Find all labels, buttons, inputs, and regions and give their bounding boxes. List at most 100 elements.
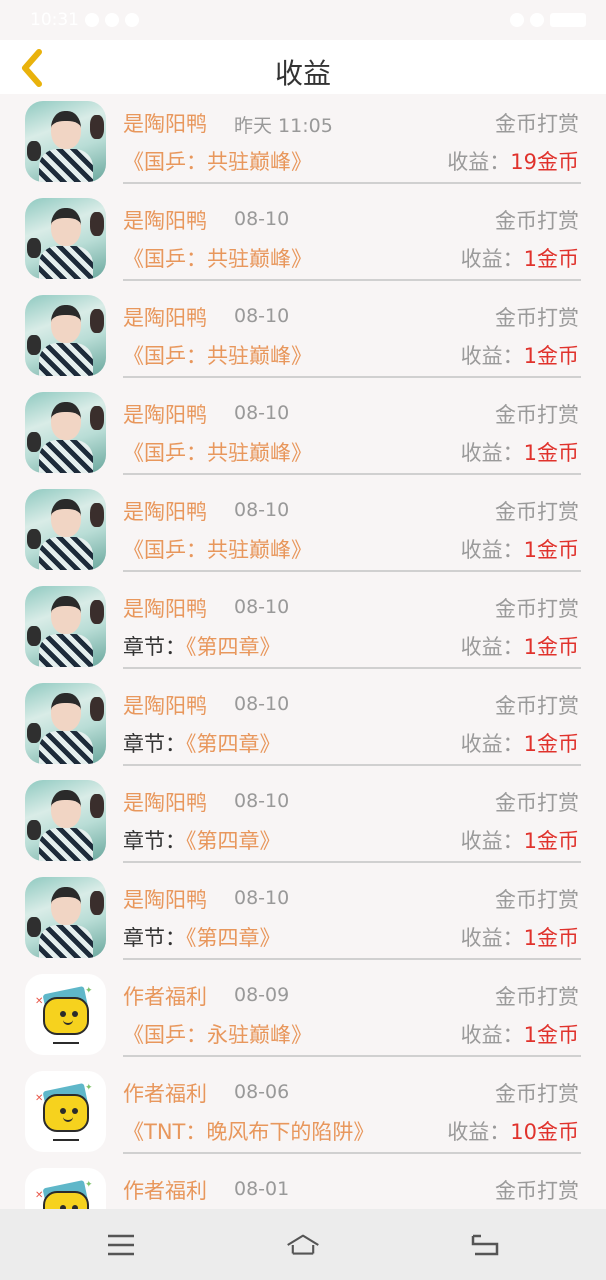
avatar[interactable] [25, 295, 106, 376]
earning-row[interactable]: ✕ ✦ 作者福利 08-09 金币打赏 《国乒：永驻巅峰》 收益：1金币 [0, 967, 606, 1064]
avatar[interactable] [25, 683, 106, 764]
divider [123, 861, 581, 863]
earnings-amount: 1金币 [523, 344, 579, 368]
avatar[interactable] [25, 877, 106, 958]
earning-row[interactable]: 是陶阳鸭 08-10 金币打赏 《国乒：共驻巅峰》 收益：1金币 [0, 191, 606, 288]
timestamp: 08-06 [234, 1081, 290, 1103]
subject-prefix: 章节： [123, 635, 186, 659]
work-title-text: 《国乒：共驻巅峰》 [123, 538, 312, 562]
timestamp: 08-10 [234, 499, 290, 521]
back-button[interactable] [12, 48, 52, 88]
menu-icon [108, 1234, 134, 1255]
earnings-amount: 1金币 [523, 441, 579, 465]
sender-name[interactable]: 是陶阳鸭 [123, 884, 207, 914]
sender-name[interactable]: 是陶阳鸭 [123, 496, 207, 526]
work-title[interactable]: 《国乒：共驻巅峰》 [123, 146, 312, 176]
avatar[interactable] [25, 586, 106, 667]
work-title[interactable]: 《国乒：共驻巅峰》 [123, 534, 312, 564]
timestamp: 08-10 [234, 208, 290, 230]
earning-row[interactable]: 是陶阳鸭 08-10 金币打赏 《国乒：共驻巅峰》 收益：1金币 [0, 288, 606, 385]
sender-name[interactable]: 作者福利 [123, 1175, 207, 1205]
work-title[interactable]: 《国乒：共驻巅峰》 [123, 243, 312, 273]
earning-row[interactable]: 是陶阳鸭 08-10 金币打赏 《国乒：共驻巅峰》 收益：1金币 [0, 385, 606, 482]
earnings-amount: 19金币 [510, 150, 579, 174]
work-title-text: 《国乒：共驻巅峰》 [123, 441, 312, 465]
subject-prefix: 章节： [123, 732, 186, 756]
earnings: 收益：1金币 [461, 825, 579, 855]
sender-name[interactable]: 是陶阳鸭 [123, 690, 207, 720]
sender-name[interactable]: 作者福利 [123, 981, 207, 1011]
mail-icon [125, 13, 139, 27]
return-button[interactable] [468, 1228, 502, 1262]
avatar[interactable] [25, 198, 106, 279]
timestamp: 08-10 [234, 402, 290, 424]
earning-row[interactable]: 是陶阳鸭 08-10 金币打赏 章节：《第四章》 收益：1金币 [0, 579, 606, 676]
sender-name[interactable]: 是陶阳鸭 [123, 399, 207, 429]
chevron-left-icon [22, 49, 42, 87]
work-title[interactable]: 《国乒：共驻巅峰》 [123, 340, 312, 370]
avatar[interactable] [25, 489, 106, 570]
work-title[interactable]: 章节：《第四章》 [123, 825, 281, 855]
work-title[interactable]: 《TNT：晚风布下的陷阱》 [123, 1116, 374, 1146]
earnings-label: 收益： [460, 732, 524, 756]
divider [123, 1152, 581, 1154]
earning-row[interactable]: 是陶阳鸭 昨天 11:05 金币打赏 《国乒：共驻巅峰》 收益：19金币 [0, 94, 606, 191]
sender-name[interactable]: 是陶阳鸭 [123, 108, 207, 138]
home-button[interactable] [286, 1228, 320, 1262]
reward-type: 金币打赏 [495, 1179, 579, 1203]
avatar[interactable] [25, 780, 106, 861]
work-title[interactable]: 章节：《第四章》 [123, 728, 281, 758]
avatar[interactable] [25, 392, 106, 473]
timestamp: 昨天 11:05 [234, 115, 333, 137]
avatar[interactable] [25, 101, 106, 182]
timestamp: 08-10 [234, 790, 290, 812]
earnings: 收益：1金币 [461, 631, 579, 661]
earning-row[interactable]: 是陶阳鸭 08-10 金币打赏 章节：《第四章》 收益：1金币 [0, 773, 606, 870]
return-icon [471, 1234, 499, 1255]
earning-row[interactable]: 是陶阳鸭 08-10 金币打赏 《国乒：共驻巅峰》 收益：1金币 [0, 482, 606, 579]
divider [123, 279, 581, 281]
earnings-label: 收益： [447, 150, 511, 174]
work-title-text: 《第四章》 [186, 635, 281, 659]
gallery-icon [105, 13, 119, 27]
reward-type: 金币打赏 [495, 403, 579, 427]
earning-row[interactable]: 是陶阳鸭 08-10 金币打赏 章节：《第四章》 收益：1金币 [0, 870, 606, 967]
work-title[interactable]: 章节：《第四章》 [123, 631, 281, 661]
earnings: 收益：1金币 [461, 922, 579, 952]
divider [123, 667, 581, 669]
timestamp: 08-10 [234, 596, 290, 618]
avatar[interactable]: ✕ ✦ [25, 974, 106, 1055]
avatar[interactable]: ✕ ✦ [25, 1168, 106, 1209]
work-title[interactable]: 《国乒：永驻巅峰》 [123, 1019, 312, 1049]
work-title[interactable]: 《国乒：共驻巅峰》 [123, 437, 312, 467]
subject-prefix: 章节： [123, 829, 186, 853]
reward-type: 金币打赏 [495, 791, 579, 815]
divider [123, 570, 581, 572]
earnings-list[interactable]: 是陶阳鸭 昨天 11:05 金币打赏 《国乒：共驻巅峰》 收益：19金币 是陶阳… [0, 94, 606, 1209]
sender-name[interactable]: 是陶阳鸭 [123, 593, 207, 623]
sender-name[interactable]: 是陶阳鸭 [123, 205, 207, 235]
earning-row[interactable]: ✕ ✦ 作者福利 08-01 金币打赏 [0, 1161, 606, 1209]
earnings-amount: 1金币 [523, 1023, 579, 1047]
earnings-label: 收益： [460, 441, 524, 465]
chat-icon [85, 13, 99, 27]
earnings-label: 收益： [460, 635, 524, 659]
divider [123, 182, 581, 184]
sender-name[interactable]: 是陶阳鸭 [123, 302, 207, 332]
menu-button[interactable] [104, 1228, 138, 1262]
earnings-amount: 1金币 [523, 247, 579, 271]
avatar[interactable]: ✕ ✦ [25, 1071, 106, 1152]
status-bar: 10:31 [0, 0, 606, 40]
earning-row[interactable]: 是陶阳鸭 08-10 金币打赏 章节：《第四章》 收益：1金币 [0, 676, 606, 773]
reward-type: 金币打赏 [495, 500, 579, 524]
reward-type: 金币打赏 [495, 985, 579, 1009]
earnings-label: 收益： [460, 247, 524, 271]
work-title[interactable]: 章节：《第四章》 [123, 922, 281, 952]
earnings-amount: 10金币 [510, 1120, 579, 1144]
system-nav-bar [0, 1209, 606, 1280]
sender-name[interactable]: 是陶阳鸭 [123, 787, 207, 817]
sender-name[interactable]: 作者福利 [123, 1078, 207, 1108]
status-right [510, 13, 586, 27]
earning-row[interactable]: ✕ ✦ 作者福利 08-06 金币打赏 《TNT：晚风布下的陷阱》 收益：10金币 [0, 1064, 606, 1161]
divider [123, 764, 581, 766]
